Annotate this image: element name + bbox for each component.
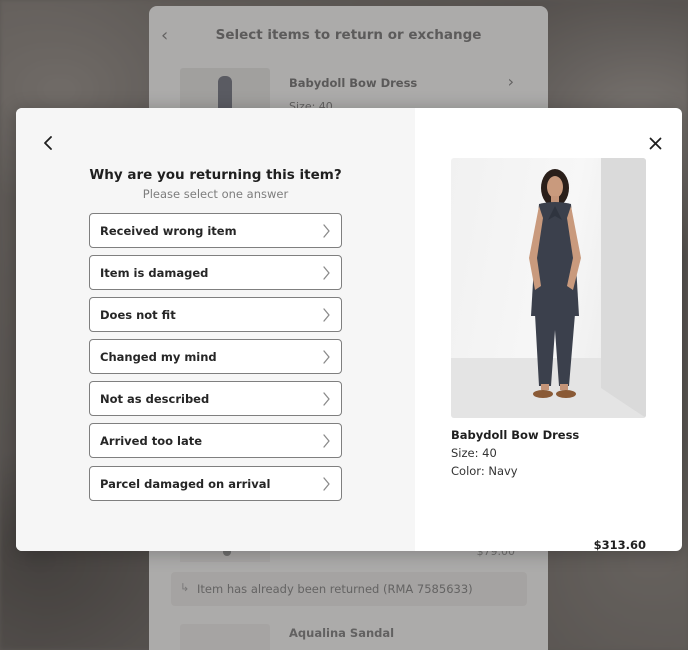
close-button[interactable] (646, 134, 664, 152)
chevron-right-icon (323, 308, 330, 322)
chevron-right-icon (323, 476, 330, 491)
reason-option[interactable]: Arrived too late (89, 423, 342, 459)
close-icon (649, 137, 661, 149)
chevron-right-icon (323, 434, 330, 449)
chevron-right-icon (323, 266, 330, 280)
product-image (451, 158, 646, 418)
reason-option[interactable]: Changed my mind (89, 339, 342, 375)
reason-option[interactable]: Item is damaged (89, 255, 342, 291)
reason-label: Received wrong item (100, 224, 237, 238)
reason-option[interactable]: Received wrong item (89, 213, 342, 248)
reason-label: Changed my mind (100, 350, 217, 365)
question-subtitle: Please select one answer (142, 187, 289, 201)
reason-label: Arrived too late (100, 434, 203, 449)
reason-option[interactable]: Parcel damaged on arrival (89, 465, 342, 501)
product-size: Size: 40 (451, 446, 497, 460)
question-title: Why are you returning this item? (89, 167, 342, 183)
return-reason-modal: Why are you returning this item? Please … (16, 108, 682, 551)
product-name: Babydoll Bow Dress (451, 428, 580, 442)
product-price: $313.60 (593, 538, 646, 551)
chevron-left-icon (44, 136, 52, 150)
reason-panel: Why are you returning this item? Please … (16, 108, 415, 551)
chevron-right-icon (323, 224, 330, 238)
reason-option[interactable]: Not as described (89, 381, 342, 417)
chevron-right-icon (323, 392, 330, 407)
reason-label: Not as described (100, 392, 210, 407)
reason-label: Parcel damaged on arrival (100, 476, 271, 491)
product-color: Color: Navy (451, 464, 518, 478)
product-photo-illustration (451, 158, 646, 418)
reason-list: Received wrong item Item is damaged Does… (89, 213, 342, 508)
back-button[interactable] (40, 134, 56, 152)
reason-label: Item is damaged (100, 266, 209, 281)
reason-label: Does not fit (100, 308, 176, 323)
reason-option[interactable]: Does not fit (89, 297, 342, 333)
chevron-right-icon (323, 350, 330, 364)
